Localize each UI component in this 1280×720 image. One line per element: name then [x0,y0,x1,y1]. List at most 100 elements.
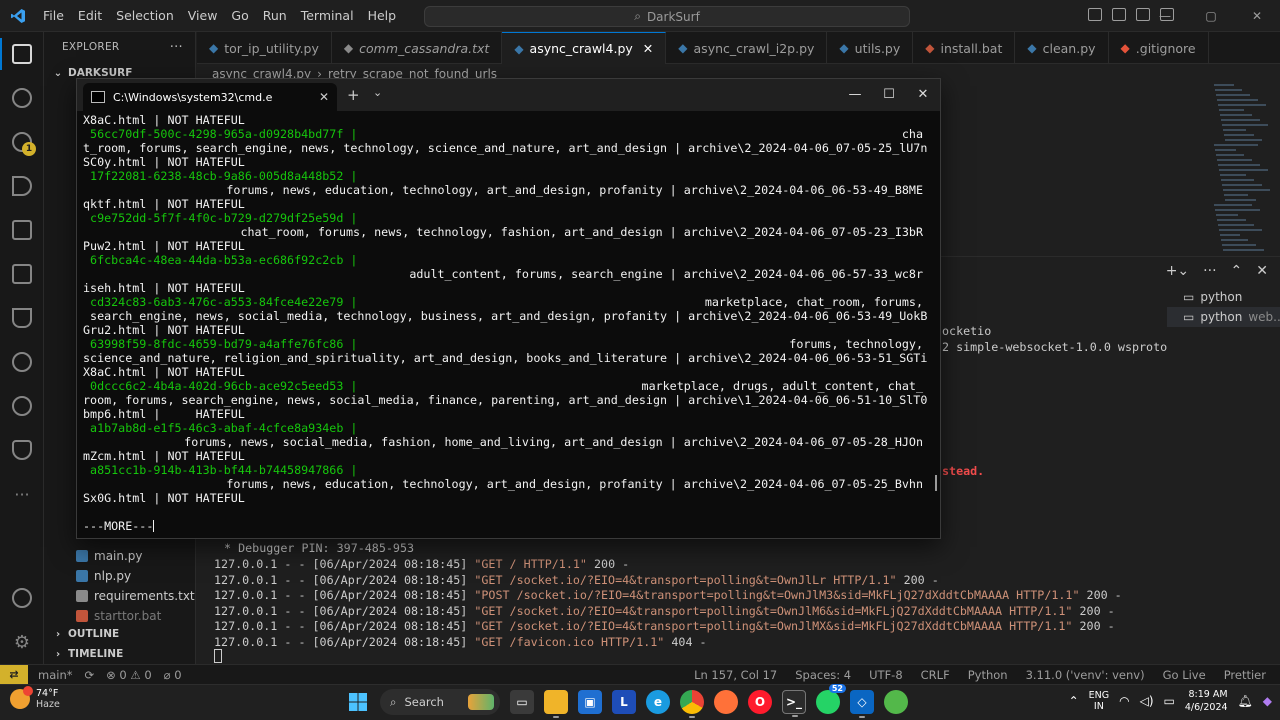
sync-icon[interactable]: ⟳ [84,668,94,682]
minimap[interactable] [1214,84,1270,254]
minimize-button[interactable]: — [1142,0,1188,32]
more-views-icon[interactable]: ··· [0,472,44,516]
status-item[interactable]: CRLF [921,668,950,682]
status-item[interactable]: 3.11.0 ('venv': venv) [1026,668,1145,682]
editor-tab[interactable]: ◆ install.bat [913,32,1016,64]
editor-tab[interactable]: ◆ clean.py [1015,32,1109,64]
file-item-nlp[interactable]: nlp.py [44,566,196,586]
toggle-sidebar-icon[interactable] [1088,8,1102,21]
menu-item-file[interactable]: File [36,8,71,23]
menu-item-run[interactable]: Run [256,8,294,23]
command-center-search[interactable]: ⌕ DarkSurf [424,6,910,27]
chrome-icon[interactable] [680,690,704,718]
minimize-button[interactable]: — [838,79,872,109]
account-icon[interactable] [0,576,44,620]
whatsapp-icon[interactable]: 52 [816,684,846,714]
close-button[interactable]: ✕ [1234,0,1280,32]
terminal-item[interactable]: ▭ python web... [1167,307,1280,327]
terminal-icon[interactable]: >_ [782,690,806,717]
cmd-scrollbar-thumb[interactable] [935,475,937,491]
database-icon[interactable] [0,384,44,428]
extensions-icon[interactable] [0,208,44,252]
status-item[interactable]: Spaces: 4 [795,668,851,682]
battery-icon[interactable]: ▭ [1164,694,1175,708]
testing-icon[interactable] [0,296,44,340]
editor-tab[interactable]: ◆ .gitignore [1109,32,1209,64]
terminal-item[interactable]: ▭ python [1167,287,1280,307]
status-item[interactable]: UTF-8 [869,668,903,682]
copilot-icon[interactable]: ◆ [1263,694,1272,708]
minimap-line [1222,184,1262,186]
record-id-line: 17f22081-6238-48cb-9a86-005d8a448b52 | [83,169,923,183]
remote-explorer-icon[interactable] [0,252,44,296]
run-debug-icon[interactable] [0,164,44,208]
start-windows-icon[interactable] [346,690,370,714]
file-item-starttor[interactable]: starttor.bat [44,606,196,626]
wifi-icon[interactable]: ◠ [1119,694,1129,708]
timeline-section[interactable]: › TIMELINE [44,644,196,664]
editor-tab[interactable]: ◆ async_crawl_i2p.py [666,32,828,64]
git-branch[interactable]: main* [38,668,72,682]
maximize-panel-icon[interactable]: ⌃ [1231,263,1243,279]
status-item[interactable]: Ln 157, Col 17 [694,668,777,682]
clock[interactable]: 8:19 AM 4/6/2024 [1185,688,1228,714]
show-hidden-icons-icon[interactable]: ⌃ [1069,694,1079,708]
cmd-output[interactable]: X8aC.html | NOT HATEFUL 56cc70df-500c-42… [83,113,931,533]
input-language[interactable]: ENG IN [1089,690,1109,712]
close-tab-icon[interactable]: ✕ [643,41,653,56]
docker-icon[interactable] [0,428,44,472]
maximize-button[interactable]: ☐ [872,79,906,109]
file-item-main[interactable]: main.py [44,546,196,566]
vscode-taskbar-icon[interactable]: ◇ [850,690,874,718]
status-item[interactable]: Python [968,668,1008,682]
remote-indicator-icon[interactable]: ⇄ [0,664,28,685]
menu-item-selection[interactable]: Selection [109,8,181,23]
problems-count[interactable]: ⊗ 0 ⚠ 0 [106,668,152,682]
close-button[interactable]: ✕ [906,79,940,109]
search-view-icon[interactable] [0,76,44,120]
explorer-more-icon[interactable]: ··· [170,40,183,55]
firefox-icon[interactable] [714,690,738,714]
menu-item-go[interactable]: Go [224,8,255,23]
close-tab-icon[interactable]: ✕ [319,90,329,104]
source-control-icon[interactable]: 1 [0,120,44,164]
opera-icon[interactable]: O [748,690,772,714]
file-type-icon: ◆ [209,41,219,55]
editor-tab[interactable]: ◆ tor_ip_utility.py [197,32,332,64]
new-tab-icon[interactable]: + [347,86,360,104]
weather-widget[interactable]: 74°F Haze [10,686,60,710]
store-icon[interactable]: ▣ [578,690,602,714]
menu-item-terminal[interactable]: Terminal [294,8,361,23]
status-item[interactable]: Prettier [1224,668,1266,682]
volume-icon[interactable]: ◁) [1140,694,1154,708]
editor-tab[interactable]: ◆ utils.py [827,32,914,64]
cmd-tab[interactable]: C:\Windows\system32\cmd.e ✕ [83,83,337,111]
maximize-button[interactable]: ▢ [1188,0,1234,32]
log-request: "GET / HTTP/1.1" [474,557,587,571]
menu-item-help[interactable]: Help [361,8,404,23]
editor-tab[interactable]: ◆ comm_cassandra.txt [332,32,503,64]
task-view-icon[interactable]: ▭ [510,690,534,714]
file-item-requirements[interactable]: requirements.txt [44,586,196,606]
editor-tab[interactable]: ◆ async_crawl4.py ✕ [502,32,667,64]
edge-icon[interactable]: e [646,690,670,714]
tab-label: utils.py [854,40,901,56]
l-app-icon[interactable]: L [612,690,636,714]
file-explorer-icon[interactable] [544,690,568,718]
gitlens-icon[interactable] [0,340,44,384]
menu-item-view[interactable]: View [181,8,225,23]
menu-item-edit[interactable]: Edit [71,8,109,23]
android-app-icon[interactable] [884,690,908,714]
toggle-panel-icon[interactable] [1112,8,1126,21]
taskbar-search[interactable]: ⌕ Search [380,689,500,715]
close-panel-icon[interactable]: ✕ [1256,263,1268,279]
status-item[interactable]: Go Live [1163,668,1206,682]
notifications-icon[interactable]: 🔔︎ [1238,694,1253,708]
panel-more-icon[interactable]: ··· [1203,263,1216,279]
ports-count[interactable]: ⌀ 0 [164,668,182,682]
manage-gear-icon[interactable]: ⚙ [0,620,44,664]
explorer-icon[interactable] [0,32,44,76]
tab-dropdown-icon[interactable]: ⌄ [373,86,382,99]
outline-section[interactable]: › OUTLINE [44,624,196,644]
new-terminal-icon[interactable]: +⌄ [1166,263,1189,279]
